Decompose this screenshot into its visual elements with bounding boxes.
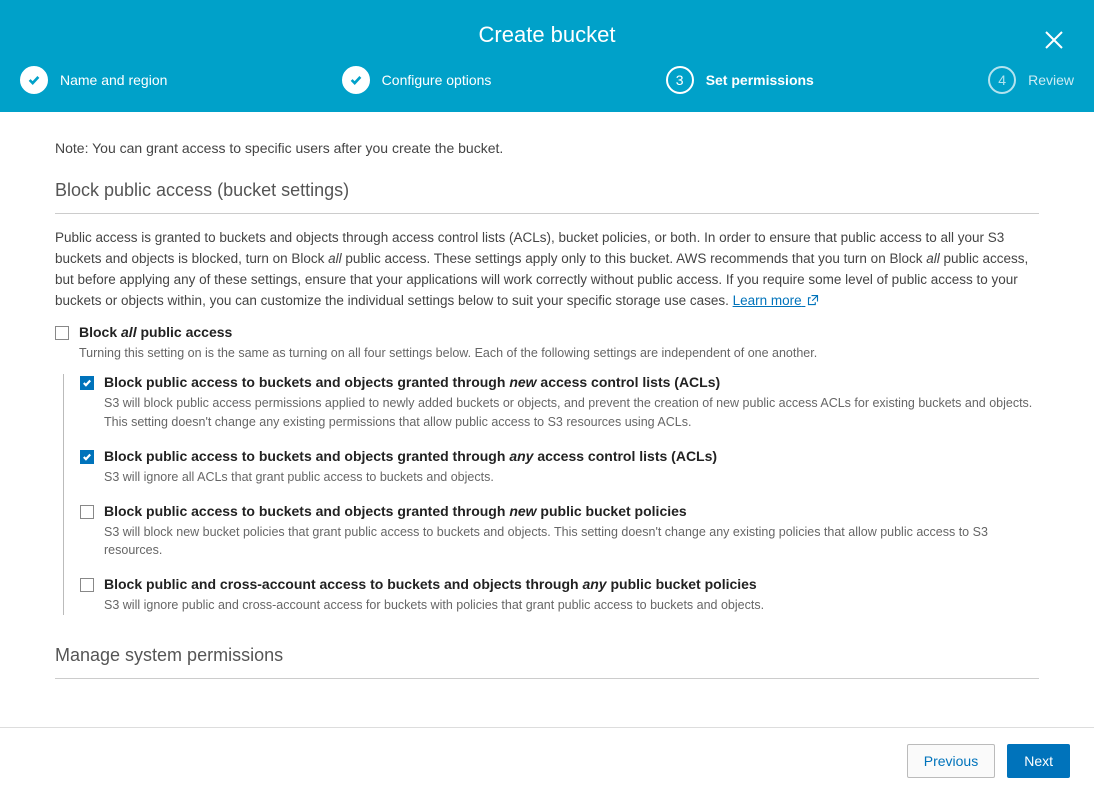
step-1-circle [20,66,48,94]
divider [55,678,1039,679]
step-set-permissions[interactable]: 3 Set permissions [666,66,814,94]
block-public-access-title: Block public access (bucket settings) [55,180,1039,201]
step-2-label: Configure options [382,72,492,88]
check-icon [82,452,92,462]
block-new-policies-label: Block public access to buckets and objec… [104,503,687,519]
note-text: Note: You can grant access to specific u… [55,140,1039,156]
next-button[interactable]: Next [1007,744,1070,778]
block-all-checkbox[interactable] [55,326,69,340]
block-all-sublabel: Turning this setting on is the same as t… [79,344,1039,363]
step-1-label: Name and region [60,72,167,88]
manage-system-permissions-title: Manage system permissions [55,645,1039,666]
step-2-circle [342,66,370,94]
divider [55,213,1039,214]
step-4-circle: 4 [988,66,1016,94]
close-button[interactable] [1042,28,1066,52]
block-new-acls-checkbox[interactable] [80,376,94,390]
block-new-policies-checkbox[interactable] [80,505,94,519]
modal-title: Create bucket [0,0,1094,58]
step-4-label: Review [1028,72,1074,88]
external-link-icon [807,294,819,306]
step-review[interactable]: 4 Review [988,66,1074,94]
learn-more-link[interactable]: Learn more [733,293,820,308]
step-configure-options[interactable]: Configure options [342,66,492,94]
block-new-acls-label: Block public access to buckets and objec… [104,374,720,390]
check-icon [82,378,92,388]
step-3-circle: 3 [666,66,694,94]
block-any-acls-sublabel: S3 will ignore all ACLs that grant publi… [104,468,1039,487]
step-3-label: Set permissions [706,72,814,88]
previous-button[interactable]: Previous [907,744,995,778]
block-any-acls-label: Block public access to buckets and objec… [104,448,717,464]
wizard-steps: Name and region Configure options 3 Set … [0,58,1094,112]
modal-footer: Previous Next [0,727,1094,794]
block-any-policies-label: Block public and cross-account access to… [104,576,757,592]
block-new-acls-sublabel: S3 will block public access permissions … [104,394,1039,432]
block-any-acls-checkbox[interactable] [80,450,94,464]
check-icon [349,73,363,87]
block-all-label: Block all public access [79,324,232,340]
check-icon [27,73,41,87]
block-any-policies-checkbox[interactable] [80,578,94,592]
step-name-and-region[interactable]: Name and region [20,66,167,94]
modal-header: Create bucket Name and region Configure … [0,0,1094,112]
content-scroll-area[interactable]: Note: You can grant access to specific u… [0,112,1094,727]
block-new-policies-sublabel: S3 will block new bucket policies that g… [104,523,1039,561]
block-public-access-description: Public access is granted to buckets and … [55,228,1039,312]
close-icon [1042,28,1066,52]
block-any-policies-sublabel: S3 will ignore public and cross-account … [104,596,1039,615]
